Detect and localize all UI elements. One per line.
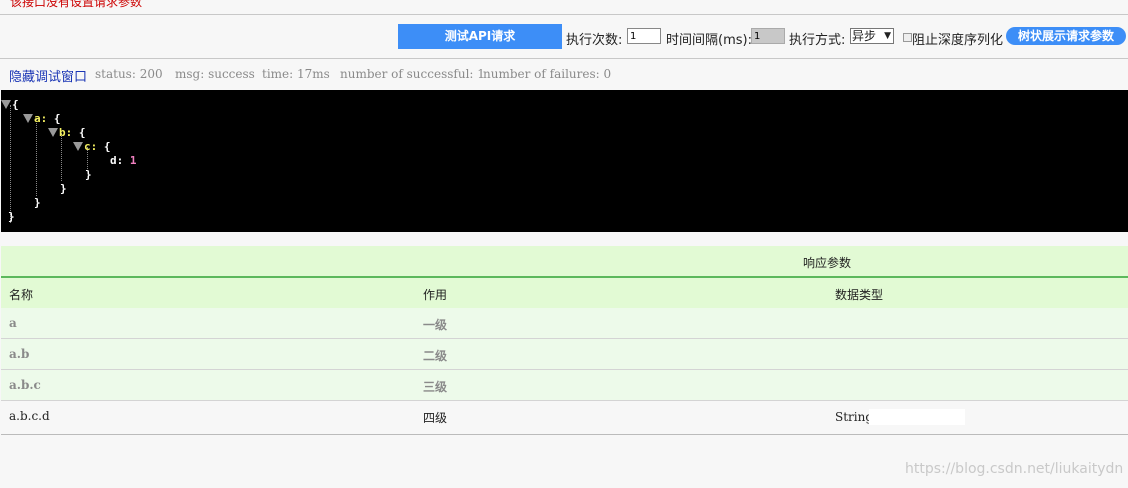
collapse-triangle-icon[interactable] xyxy=(73,142,83,151)
json-key-a: a: xyxy=(34,112,48,125)
param-name: a xyxy=(9,316,17,330)
collapse-triangle-icon[interactable] xyxy=(1,100,11,109)
run-mode-label: 执行方式: xyxy=(789,33,846,48)
table-row: a 一级 xyxy=(1,308,1128,339)
collapse-triangle-icon[interactable] xyxy=(48,128,58,137)
column-header-type: 数据类型 xyxy=(835,288,884,302)
json-open-brace: { xyxy=(12,98,19,111)
param-type: String xyxy=(835,410,874,424)
collapse-triangle-icon[interactable] xyxy=(23,114,33,123)
column-header-name: 名称 xyxy=(9,288,34,302)
column-header-purpose: 作用 xyxy=(423,288,448,302)
param-purpose: 二级 xyxy=(423,349,448,363)
indent-guide xyxy=(10,105,11,223)
json-close-brace: } xyxy=(34,196,41,209)
run-count-label: 执行次数: xyxy=(566,33,623,48)
debug-status-bar: 隐藏调试窗口 status: 200 msg: success time: 17… xyxy=(0,59,1128,89)
test-api-button[interactable]: 测试API请求 xyxy=(398,24,562,49)
interval-input[interactable] xyxy=(751,28,785,44)
response-params-title: 响应参数 xyxy=(803,256,852,270)
table-row: a.b.c 三级 xyxy=(1,370,1128,401)
json-key-c: c: xyxy=(84,140,98,153)
indent-guide xyxy=(36,119,37,196)
hide-debug-window-link[interactable]: 隐藏调试窗口 xyxy=(9,66,87,85)
json-line-a: a: { xyxy=(23,112,61,125)
json-root-line: { xyxy=(1,98,19,111)
table-row: a.b 二级 xyxy=(1,339,1128,370)
table-row: a.b.c.d 四级 String xyxy=(1,401,1128,435)
json-line-d: d: 1 xyxy=(110,154,137,167)
json-value-d: 1 xyxy=(129,154,137,167)
param-purpose: 一级 xyxy=(423,318,448,332)
interval-label: 时间间隔(ms): xyxy=(666,33,752,48)
table-header-row: 名称 作用 数据类型 xyxy=(1,278,1128,308)
run-count-input[interactable] xyxy=(627,28,661,44)
json-line-c: c: { xyxy=(73,140,111,153)
no-params-notice: 该接口没有设置请求参数 xyxy=(0,0,1128,15)
success-count: number of successful: 1 xyxy=(340,67,485,81)
prevent-deep-serialize-label: 阻止深度序列化 xyxy=(912,33,1004,48)
json-line-b: b: { xyxy=(48,126,86,139)
json-close-brace: } xyxy=(60,182,67,195)
run-mode-select[interactable]: 异步 ▼ xyxy=(850,28,894,44)
indent-guide xyxy=(61,133,62,181)
response-params-header: 响应参数 xyxy=(1,246,1128,278)
chevron-down-icon: ▼ xyxy=(884,31,891,41)
json-key-b: b: xyxy=(59,126,73,139)
param-name: a.b.c xyxy=(9,378,41,392)
type-value-box xyxy=(869,409,965,425)
failure-count: number of failures: 0 xyxy=(483,67,612,81)
param-name: a.b.c.d xyxy=(9,409,50,423)
json-response-viewer: { a: { b: { c: { d: 1 } } } } xyxy=(1,90,1128,232)
json-open-brace: { xyxy=(78,126,86,139)
status-code: status: 200 xyxy=(95,67,163,81)
status-time: time: 17ms xyxy=(262,67,330,81)
tree-view-params-button[interactable]: 树状展示请求参数 xyxy=(1006,27,1126,45)
run-mode-value: 异步 xyxy=(852,29,877,43)
toolbar: 测试API请求 执行次数: 时间间隔(ms): 执行方式: 异步 ▼ 阻止深度序… xyxy=(0,15,1128,59)
json-close-brace: } xyxy=(8,210,15,223)
json-close-brace: } xyxy=(85,168,92,181)
param-purpose: 三级 xyxy=(423,380,448,394)
prevent-deep-serialize-checkbox[interactable] xyxy=(903,33,912,42)
param-purpose: 四级 xyxy=(423,411,448,425)
status-msg: msg: success xyxy=(175,67,255,81)
notice-text: 该接口没有设置请求参数 xyxy=(10,0,143,9)
json-key-d: d: xyxy=(110,154,124,167)
json-open-brace: { xyxy=(53,112,61,125)
watermark: https://blog.csdn.net/liukaitydn xyxy=(905,461,1124,477)
param-name: a.b xyxy=(9,347,30,361)
json-open-brace: { xyxy=(103,140,111,153)
